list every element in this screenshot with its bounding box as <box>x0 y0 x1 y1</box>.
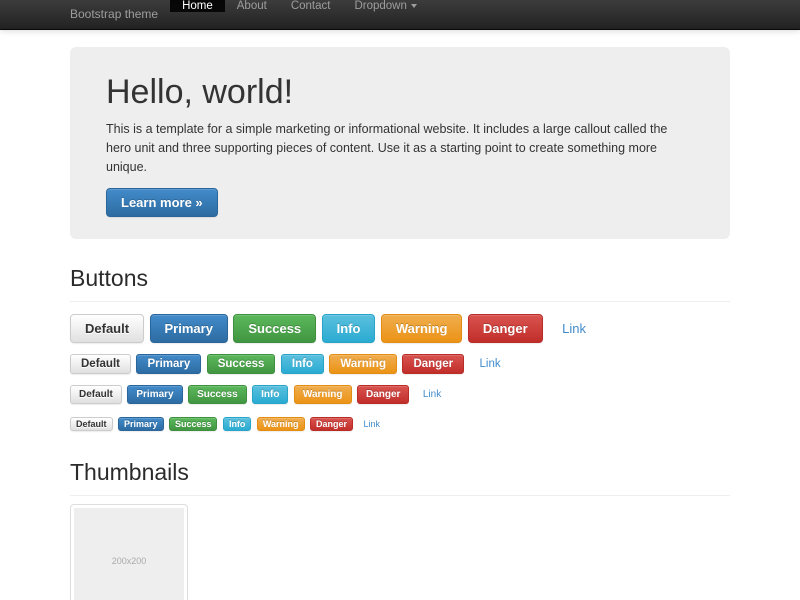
button-info-large[interactable]: Info <box>322 314 376 343</box>
button-row-small: Default Primary Success Info Warning Dan… <box>70 385 730 404</box>
buttons-heading: Buttons <box>70 265 730 292</box>
button-info-xsmall[interactable]: Info <box>223 417 252 431</box>
button-warning-large[interactable]: Warning <box>381 314 463 343</box>
button-success-default[interactable]: Success <box>207 354 276 374</box>
thumbnail-item[interactable]: 200x200 <box>70 504 188 600</box>
nav-item-dropdown-label: Dropdown <box>354 0 406 12</box>
top-navbar: Bootstrap theme Home About Contact Dropd… <box>0 0 800 30</box>
thumbnails-heading: Thumbnails <box>70 459 730 486</box>
button-danger-small[interactable]: Danger <box>357 385 409 404</box>
button-success-large[interactable]: Success <box>233 314 316 343</box>
button-row-default: Default Primary Success Info Warning Dan… <box>70 354 730 374</box>
thumbnails-section-header: Thumbnails <box>70 459 730 496</box>
button-link-default[interactable]: Link <box>470 355 511 373</box>
navbar-menu: Home About Contact Dropdown <box>170 0 429 29</box>
button-info-default[interactable]: Info <box>281 354 324 374</box>
hero-title: Hello, world! <box>106 73 694 112</box>
button-warning-default[interactable]: Warning <box>329 354 397 374</box>
button-row-xsmall: Default Primary Success Info Warning Dan… <box>70 415 730 433</box>
buttons-section-header: Buttons <box>70 265 730 302</box>
placeholder-image: 200x200 <box>74 508 184 600</box>
hero-unit: Hello, world! This is a template for a s… <box>70 47 730 239</box>
button-link-small[interactable]: Link <box>415 386 449 403</box>
placeholder-label: 200x200 <box>112 556 147 566</box>
nav-item-home[interactable]: Home <box>170 0 225 12</box>
button-danger-default[interactable]: Danger <box>402 354 464 374</box>
button-primary-small[interactable]: Primary <box>127 385 182 404</box>
button-danger-large[interactable]: Danger <box>468 314 543 343</box>
button-primary-default[interactable]: Primary <box>136 354 201 374</box>
button-default-default[interactable]: Default <box>70 354 131 374</box>
button-success-xsmall[interactable]: Success <box>169 417 218 431</box>
button-warning-xsmall[interactable]: Warning <box>257 417 305 431</box>
button-default-large[interactable]: Default <box>70 314 144 343</box>
hero-description: This is a template for a simple marketin… <box>106 120 694 176</box>
caret-down-icon <box>411 4 417 8</box>
button-warning-small[interactable]: Warning <box>294 385 352 404</box>
nav-item-about[interactable]: About <box>225 0 279 12</box>
button-link-xsmall[interactable]: Link <box>358 418 385 430</box>
button-default-xsmall[interactable]: Default <box>70 417 113 431</box>
learn-more-button[interactable]: Learn more » <box>106 188 218 217</box>
button-default-small[interactable]: Default <box>70 385 122 404</box>
button-primary-large[interactable]: Primary <box>150 314 228 343</box>
button-success-small[interactable]: Success <box>188 385 247 404</box>
nav-item-contact[interactable]: Contact <box>279 0 343 12</box>
button-danger-xsmall[interactable]: Danger <box>310 417 353 431</box>
button-primary-xsmall[interactable]: Primary <box>118 417 164 431</box>
nav-item-dropdown[interactable]: Dropdown <box>342 0 428 12</box>
button-link-large[interactable]: Link <box>548 315 600 342</box>
button-info-small[interactable]: Info <box>252 385 288 404</box>
navbar-brand[interactable]: Bootstrap theme <box>70 0 158 29</box>
button-row-large: Default Primary Success Info Warning Dan… <box>70 314 730 343</box>
